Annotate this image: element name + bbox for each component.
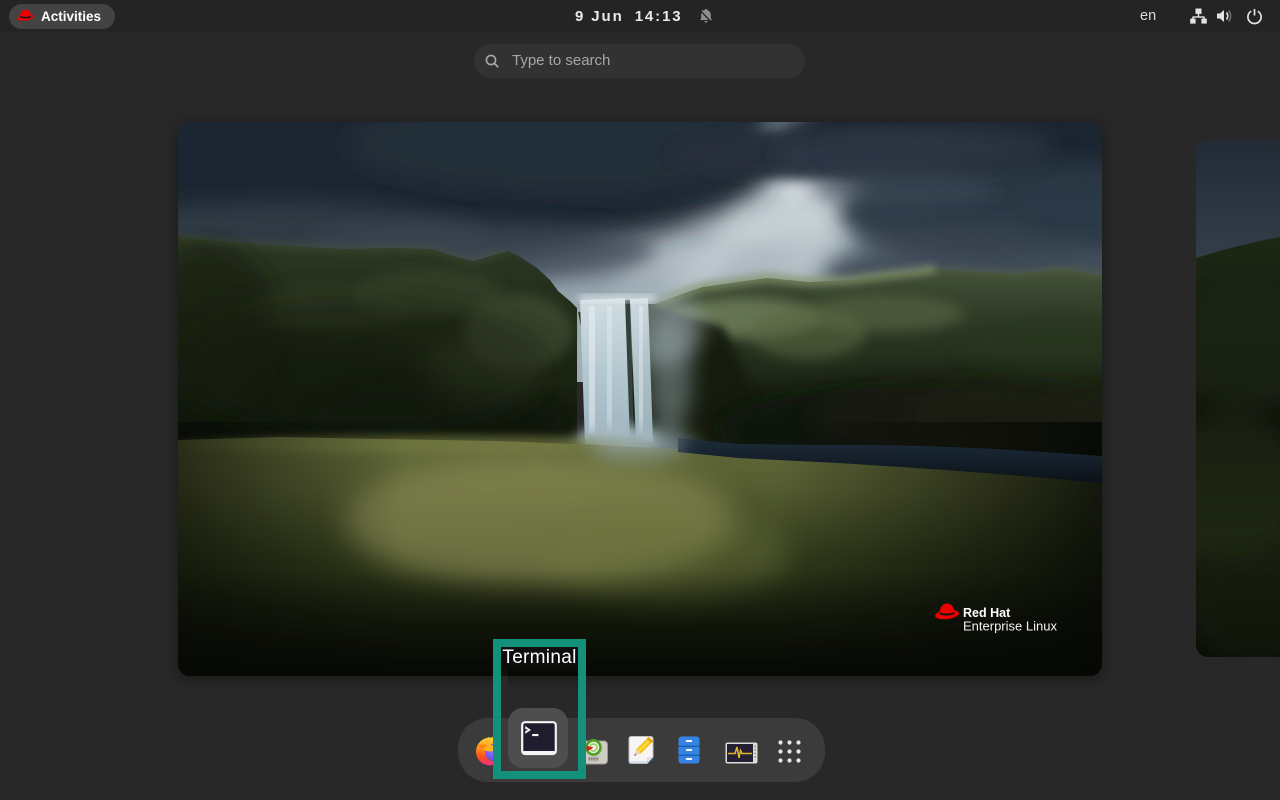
svg-text:Enterprise Linux: Enterprise Linux — [963, 619, 1057, 634]
